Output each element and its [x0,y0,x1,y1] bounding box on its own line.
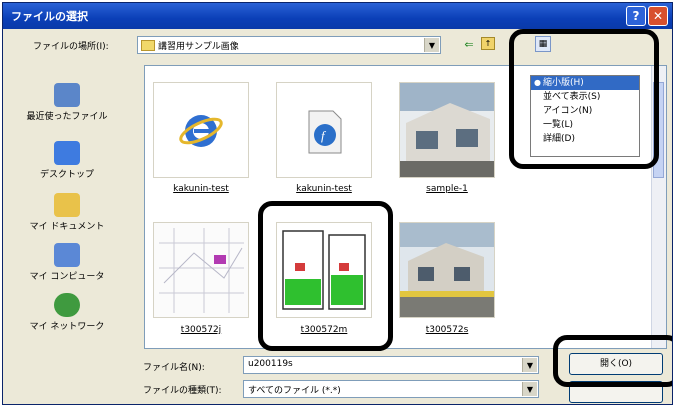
file-thumbnail[interactable] [399,222,495,318]
place-my-documents[interactable]: マイ ドキュメント [9,193,125,232]
my-network-icon [54,293,80,317]
file-name[interactable]: t300572s [392,325,502,335]
filetype-label: ファイルの種類(T): [143,386,222,396]
file-thumbnail[interactable] [399,82,495,178]
title-bar: ファイルの選択 ? ✕ [3,3,672,29]
desktop-icon [54,141,80,165]
filename-value: u200119s [248,359,293,369]
filetype-select[interactable]: すべてのファイル (*.*) ▼ [243,380,539,398]
back-arrow-icon[interactable]: ⇐ [461,37,477,53]
file-thumbnail[interactable] [153,222,249,318]
place-label: 最近使ったファイル [26,112,108,122]
flash-icon: f [308,110,342,154]
window-title: ファイルの選択 [11,10,88,23]
my-computer-icon [54,243,80,267]
map-icon [154,223,248,317]
file-thumbnail[interactable]: f [276,82,372,178]
place-label: マイ コンピュータ [29,272,105,282]
street-photo-icon [400,223,494,317]
chevron-down-icon[interactable]: ▼ [522,382,537,396]
place-label: デスクトップ [39,170,94,180]
place-recent[interactable]: 最近使ったファイル [9,83,125,122]
highlight-views-menu [509,29,659,169]
highlight-open-button [553,335,672,387]
file-name[interactable]: kakunin-test [146,184,256,194]
file-open-dialog: ファイルの選択 ? ✕ ファイルの場所(I): 講習用サンプル画像 ▼ ⇐ ↑ … [2,2,673,405]
file-thumbnail[interactable] [153,82,249,178]
place-my-computer[interactable]: マイ コンピュータ [9,243,125,282]
recent-icon [54,83,80,107]
look-in-label: ファイルの場所(I): [33,42,109,52]
chevron-down-icon[interactable]: ▼ [424,38,439,52]
place-label: マイ ドキュメント [29,222,105,232]
file-name[interactable]: kakunin-test [269,184,379,194]
folder-icon [141,40,155,51]
filetype-value: すべてのファイル (*.*) [248,386,341,396]
help-button[interactable]: ? [626,6,646,26]
places-bar: 最近使ったファイル デスクトップ マイ ドキュメント マイ コンピュータ マイ … [9,65,125,365]
chevron-down-icon[interactable]: ▼ [522,358,537,372]
look-in-combo[interactable]: 講習用サンプル画像 ▼ [137,36,441,54]
filename-field[interactable]: u200119s ▼ [243,356,539,374]
house-photo-icon [400,83,494,177]
highlight-selected-file [258,201,393,351]
look-in-value: 講習用サンプル画像 [158,42,239,52]
ie-icon [179,115,223,147]
filename-label: ファイル名(N): [143,363,205,373]
place-my-network[interactable]: マイ ネットワーク [9,293,125,332]
place-desktop[interactable]: デスクトップ [9,141,125,180]
file-name[interactable]: t300572j [146,325,256,335]
up-folder-icon[interactable]: ↑ [481,37,495,50]
my-documents-icon [54,193,80,217]
file-name[interactable]: sample-1 [392,184,502,194]
close-button[interactable]: ✕ [648,6,668,26]
place-label: マイ ネットワーク [29,322,105,332]
